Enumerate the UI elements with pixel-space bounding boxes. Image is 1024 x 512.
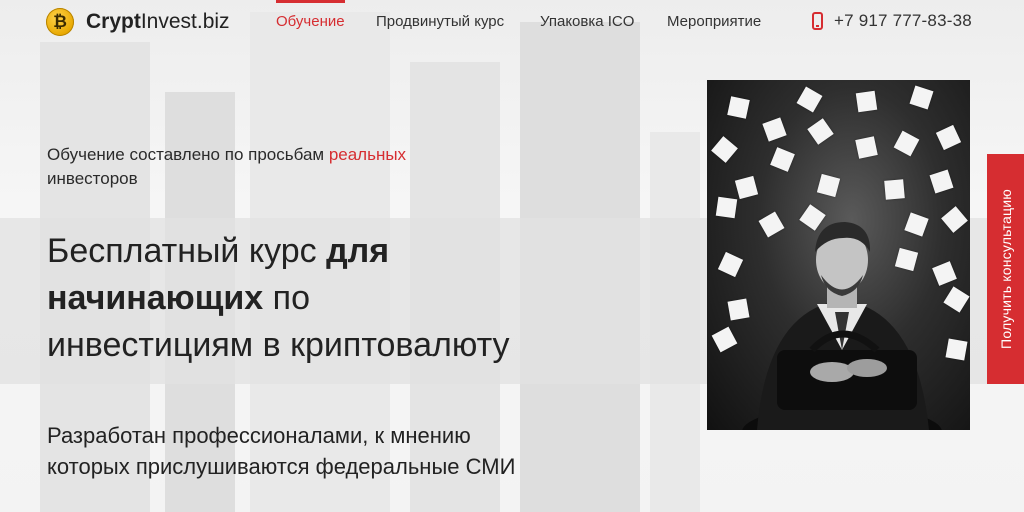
- hero-lead: Разработан профессионалами, к мнению кот…: [47, 423, 516, 479]
- hero-photo-businessman: [707, 80, 970, 430]
- hero-headline: Бесплатный курс для начинающих по инвест…: [47, 232, 510, 364]
- nav-item-event[interactable]: Мероприятие: [667, 13, 761, 30]
- nav-item-ico-packaging[interactable]: Упаковка ICO: [540, 13, 634, 30]
- subtitle-accent: реальных: [328, 145, 407, 164]
- bitcoin-coin-icon: ₿: [46, 8, 74, 36]
- phone-contact[interactable]: +7 917 777-83-38: [812, 11, 972, 31]
- phone-number: +7 917 777-83-38: [834, 11, 972, 30]
- businessman-figure: [742, 222, 942, 430]
- brand-name: CryptInvest.biz: [86, 10, 230, 33]
- get-consultation-label: Получить консультацию: [997, 189, 1014, 349]
- mobile-phone-icon: [812, 12, 823, 30]
- hero-subtitle: Обучение составлено по просьбам реальных…: [47, 145, 407, 188]
- get-consultation-tab[interactable]: Получить консультацию: [987, 154, 1024, 384]
- site-logo[interactable]: ₿ CryptInvest.biz: [46, 8, 230, 36]
- nav-item-training[interactable]: Обучение: [276, 0, 345, 30]
- nav-item-advanced-course[interactable]: Продвинутый курс: [376, 13, 504, 30]
